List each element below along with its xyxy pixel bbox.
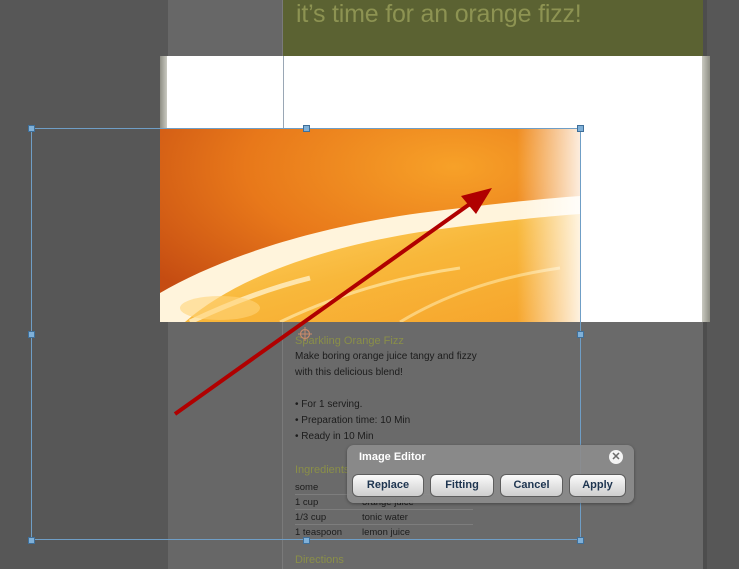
resize-handle-n[interactable] <box>303 125 310 132</box>
page-title: it’s time for an orange fizz! <box>296 0 582 28</box>
cancel-button[interactable]: Cancel <box>500 474 563 497</box>
resize-handle-s[interactable] <box>303 537 310 544</box>
resize-handle-e[interactable] <box>577 331 584 338</box>
resize-handle-nw[interactable] <box>28 125 35 132</box>
column-guide <box>283 56 284 128</box>
close-icon[interactable]: ✕ <box>609 450 623 464</box>
resize-handle-se[interactable] <box>577 537 584 544</box>
apply-button[interactable]: Apply <box>569 474 626 497</box>
dialog-title: Image Editor <box>359 451 426 463</box>
dialog-button-row: Replace Fitting Cancel Apply <box>352 474 626 497</box>
resize-handle-sw[interactable] <box>28 537 35 544</box>
fitting-button[interactable]: Fitting <box>430 474 494 497</box>
frame-edge-right <box>702 56 710 322</box>
directions-heading: Directions <box>295 554 344 566</box>
image-editor-dialog: Image Editor ✕ Replace Fitting Cancel Ap… <box>347 445 634 503</box>
crosshair-icon[interactable] <box>298 327 312 341</box>
resize-handle-ne[interactable] <box>577 125 584 132</box>
resize-handle-w[interactable] <box>28 331 35 338</box>
replace-button[interactable]: Replace <box>352 474 424 497</box>
